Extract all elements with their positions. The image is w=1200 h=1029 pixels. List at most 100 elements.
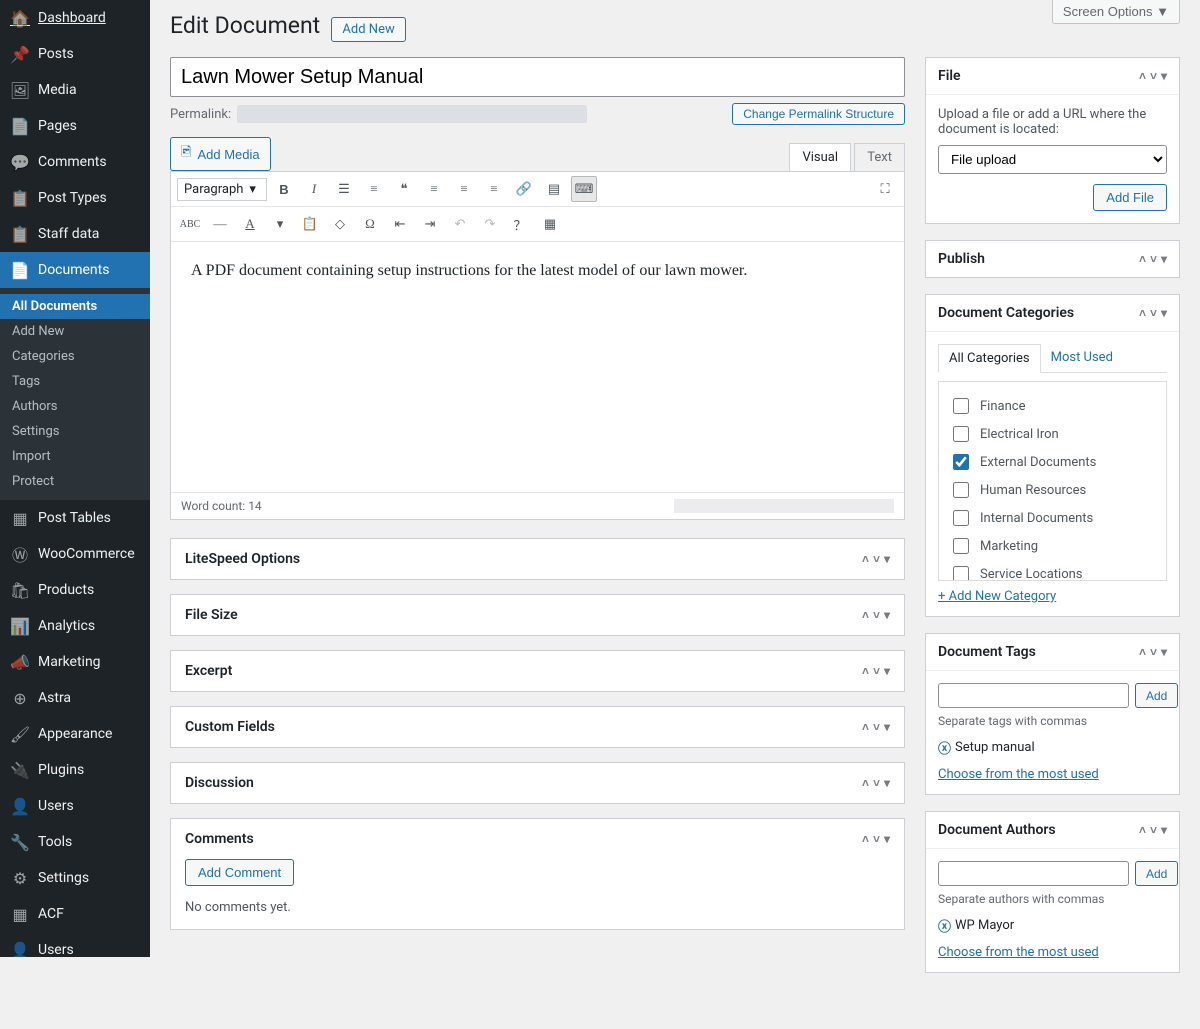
tag-input[interactable] <box>938 683 1129 708</box>
menu-icon[interactable]: ▾ <box>1161 306 1167 320</box>
caret-up-icon[interactable]: ˄ <box>1139 69 1146 83</box>
category-checkbox[interactable] <box>953 482 969 498</box>
help-icon[interactable]: ？ <box>507 211 533 237</box>
caret-up-icon[interactable]: ˄ <box>1139 823 1146 837</box>
sidebar-item-users[interactable]: 👤Users <box>0 788 150 824</box>
hr-icon[interactable]: — <box>207 211 233 237</box>
change-permalink-button[interactable]: Change Permalink Structure <box>732 103 905 125</box>
caret-up-icon[interactable]: ˄ <box>1139 645 1146 659</box>
category-item[interactable]: External Documents <box>949 448 1156 476</box>
sidebar-subitem-protect[interactable]: Protect <box>0 469 150 494</box>
add-author-button[interactable]: Add <box>1135 861 1178 886</box>
toolbar-toggle-icon[interactable]: ⌨ <box>571 176 597 202</box>
caret-down-icon[interactable]: ˅ <box>1150 645 1157 659</box>
caret-down-icon[interactable]: ˅ <box>1150 252 1157 266</box>
sidebar-item-dashboard[interactable]: 🏠Dashboard <box>0 0 150 36</box>
editor-content[interactable]: A PDF document containing setup instruct… <box>171 242 904 492</box>
menu-icon[interactable]: ▾ <box>884 664 890 678</box>
title-input[interactable] <box>170 57 905 97</box>
caret-up-icon[interactable]: ˄ <box>862 776 869 790</box>
menu-icon[interactable]: ▾ <box>884 552 890 566</box>
format-select[interactable]: Paragraph▾ <box>177 178 267 201</box>
sidebar-item-analytics[interactable]: 📊Analytics <box>0 608 150 644</box>
screen-options-button[interactable]: Screen Options ▼ <box>1052 0 1180 24</box>
add-file-button[interactable]: Add File <box>1093 184 1167 211</box>
caret-down-icon[interactable]: ˅ <box>1150 306 1157 320</box>
category-item[interactable]: Human Resources <box>949 476 1156 504</box>
caret-down-icon[interactable]: ˅ <box>873 608 880 622</box>
tab-most-used[interactable]: Most Used <box>1041 344 1123 372</box>
file-select[interactable]: File upload <box>938 145 1167 174</box>
menu-icon[interactable]: ▾ <box>1161 69 1167 83</box>
menu-icon[interactable]: ▾ <box>884 720 890 734</box>
caret-down-icon[interactable]: ˅ <box>873 832 880 846</box>
clear-format-icon[interactable]: ◇ <box>327 211 353 237</box>
caret-up-icon[interactable]: ˄ <box>1139 306 1146 320</box>
tab-text[interactable]: Text <box>854 143 905 171</box>
remove-tag-icon[interactable]: ⓧ <box>938 738 951 757</box>
category-item[interactable]: Internal Documents <box>949 504 1156 532</box>
category-checkbox[interactable] <box>953 398 969 414</box>
sidebar-subitem-authors[interactable]: Authors <box>0 394 150 419</box>
add-comment-button[interactable]: Add Comment <box>185 859 294 886</box>
menu-icon[interactable]: ▾ <box>1161 645 1167 659</box>
sidebar-subitem-categories[interactable]: Categories <box>0 344 150 369</box>
sidebar-item-plugins[interactable]: 🔌Plugins <box>0 752 150 788</box>
sidebar-subitem-add-new[interactable]: Add New <box>0 319 150 344</box>
sidebar-subitem-all-documents[interactable]: All Documents <box>0 294 150 319</box>
choose-authors-link[interactable]: Choose from the most used <box>938 945 1099 960</box>
add-new-category-link[interactable]: + Add New Category <box>938 589 1056 604</box>
bold-icon[interactable]: B <box>271 176 297 202</box>
menu-icon[interactable]: ▾ <box>1161 252 1167 266</box>
fullscreen-icon[interactable]: ⛶ <box>872 176 898 202</box>
add-media-button[interactable]: 🖻 Add Media <box>170 137 271 171</box>
caret-up-icon[interactable]: ˄ <box>862 608 869 622</box>
sidebar-item-appearance[interactable]: 🖌Appearance <box>0 716 150 752</box>
tab-visual[interactable]: Visual <box>789 143 851 171</box>
menu-icon[interactable]: ▾ <box>884 608 890 622</box>
sidebar-item-media[interactable]: 🖼Media <box>0 72 150 108</box>
italic-icon[interactable]: I <box>301 176 327 202</box>
table-icon[interactable]: ▦ <box>537 211 563 237</box>
author-input[interactable] <box>938 861 1129 886</box>
blockquote-icon[interactable]: ❝ <box>391 176 417 202</box>
sidebar-item-products[interactable]: 🛍Products <box>0 572 150 608</box>
sidebar-item-woocommerce[interactable]: ⓌWooCommerce <box>0 536 150 572</box>
sidebar-item-pages[interactable]: 📄Pages <box>0 108 150 144</box>
sidebar-item-staff-data[interactable]: 📋Staff data <box>0 216 150 252</box>
sidebar-item-documents[interactable]: 📄Documents <box>0 252 150 288</box>
caret-up-icon[interactable]: ˄ <box>862 552 869 566</box>
category-item[interactable]: Marketing <box>949 532 1156 560</box>
sidebar-subitem-import[interactable]: Import <box>0 444 150 469</box>
caret-down-icon[interactable]: ˅ <box>873 552 880 566</box>
sidebar-item-marketing[interactable]: 📣Marketing <box>0 644 150 680</box>
outdent-icon[interactable]: ⇤ <box>387 211 413 237</box>
more-icon[interactable]: ▤ <box>541 176 567 202</box>
sidebar-subitem-tags[interactable]: Tags <box>0 369 150 394</box>
sidebar-subitem-settings[interactable]: Settings <box>0 419 150 444</box>
sidebar-item-tools[interactable]: 🔧Tools <box>0 824 150 860</box>
choose-tags-link[interactable]: Choose from the most used <box>938 767 1099 782</box>
category-checkbox[interactable] <box>953 566 969 581</box>
link-icon[interactable]: 🔗 <box>511 176 537 202</box>
text-color-icon[interactable]: A <box>237 211 263 237</box>
sidebar-item-acf[interactable]: ▦ACF <box>0 896 150 932</box>
category-checkbox[interactable] <box>953 510 969 526</box>
add-tag-button[interactable]: Add <box>1135 683 1178 708</box>
redo-icon[interactable]: ↷ <box>477 211 503 237</box>
sidebar-item-comments[interactable]: 💬Comments <box>0 144 150 180</box>
tab-all-categories[interactable]: All Categories <box>938 344 1041 373</box>
menu-icon[interactable]: ▾ <box>884 776 890 790</box>
caret-up-icon[interactable]: ˄ <box>1139 252 1146 266</box>
caret-down-icon[interactable]: ˅ <box>1150 69 1157 83</box>
caret-down-icon[interactable]: ˅ <box>873 776 880 790</box>
paste-text-icon[interactable]: 📋 <box>297 211 323 237</box>
category-checkbox[interactable] <box>953 538 969 554</box>
undo-icon[interactable]: ↶ <box>447 211 473 237</box>
indent-icon[interactable]: ⇥ <box>417 211 443 237</box>
strikethrough-icon[interactable]: ABC <box>177 211 203 237</box>
add-new-button[interactable]: Add New <box>331 17 405 42</box>
category-checkbox[interactable] <box>953 454 969 470</box>
category-item[interactable]: Service Locations <box>949 560 1156 581</box>
caret-up-icon[interactable]: ˄ <box>862 720 869 734</box>
